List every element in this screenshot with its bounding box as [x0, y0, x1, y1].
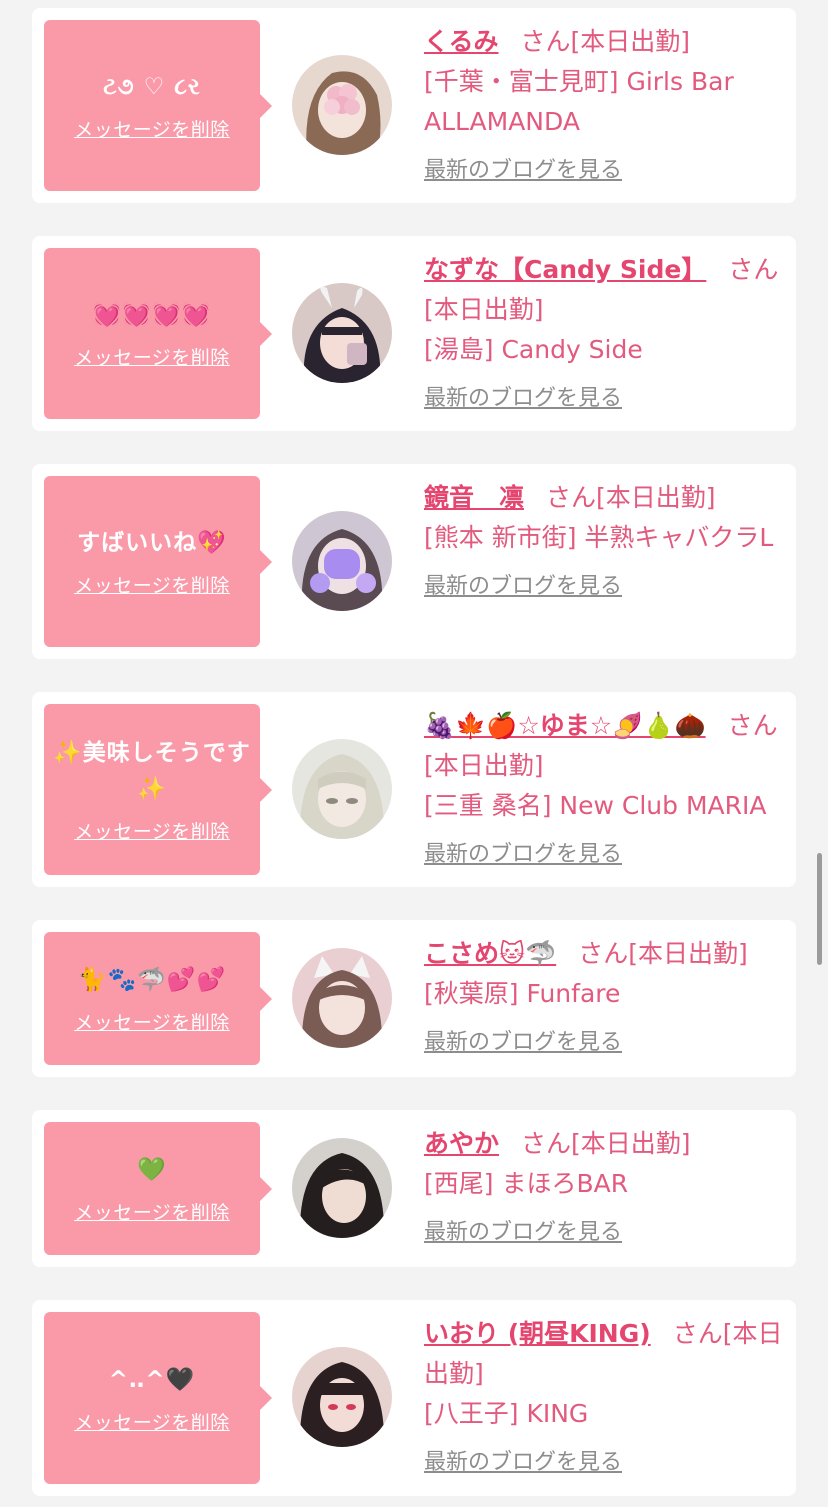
message-text: すばいいね💖 [77, 530, 227, 556]
shop-info: [熊本 新市街] 半熟キャバクラL [424, 523, 774, 552]
attendance-status: さん[本日出勤] [520, 27, 691, 56]
attendance-status: さん[本日出勤] [578, 939, 748, 968]
avatar[interactable] [292, 948, 392, 1048]
list-item: 💓💓💓💓 メッセージを削除 なずな【Candy Side】 さん[本日出勤] [湯… [32, 236, 796, 431]
latest-blog-link[interactable]: 最新のブログを見る [424, 1024, 622, 1056]
message-text: 🐈🐾🦈💕💕 [77, 967, 227, 993]
cast-name-link[interactable]: あやか [424, 1129, 499, 1158]
delete-message-link[interactable]: メッセージを削除 [74, 1198, 230, 1225]
profile-info: 鏡音 凛さん[本日出勤] [熊本 新市街] 半熟キャバクラL 最新のブログを見る [424, 478, 784, 600]
profile-info: 🍇🍁🍎☆ゆま☆🍠🍐🌰 さん[本日出勤] [三重 桑名] New Club MARI… [424, 706, 784, 868]
list-item: ✨美味しそうです✨ メッセージを削除 🍇🍁🍎☆ゆま☆🍠🍐🌰 さん[本日出勤] [三… [32, 692, 796, 887]
latest-blog-link[interactable]: 最新のブログを見る [424, 1214, 622, 1246]
latest-blog-link[interactable]: 最新のブログを見る [424, 568, 622, 600]
message-bubble: 💓💓💓💓 メッセージを削除 [44, 248, 272, 419]
cast-name-link[interactable]: いおり (朝昼KING) [424, 1319, 651, 1348]
message-bubble: 🐈🐾🦈💕💕 メッセージを削除 [44, 932, 272, 1065]
message-bubble: ટ૭ ♡ ૮ર メッセージを削除 [44, 20, 272, 191]
list-item: 💚 メッセージを削除 あやか さん[本日出勤] [西尾] まほろBAR 最新のブロ… [32, 1110, 796, 1267]
cast-name-link[interactable]: こさめ🐱🦈 [424, 939, 556, 968]
delete-message-link[interactable]: メッセージを削除 [74, 817, 230, 844]
cast-name-link[interactable]: なずな【Candy Side】 [424, 255, 706, 284]
delete-message-link[interactable]: メッセージを削除 [74, 1408, 230, 1435]
message-text: ટ૭ ♡ ૮ર [103, 74, 201, 100]
delete-message-link[interactable]: メッセージを削除 [74, 1008, 230, 1035]
message-text: 💓💓💓💓 [92, 302, 212, 328]
avatar[interactable] [292, 55, 392, 155]
delete-message-link[interactable]: メッセージを削除 [74, 571, 230, 598]
profile-info: あやか さん[本日出勤] [西尾] まほろBAR 最新のブログを見る [424, 1124, 784, 1246]
cast-name-link[interactable]: くるみ [424, 27, 499, 56]
scrollbar[interactable] [817, 853, 822, 965]
delete-message-link[interactable]: メッセージを削除 [74, 115, 230, 142]
list-item: 🐈🐾🦈💕💕 メッセージを削除 こさめ🐱🦈 さん[本日出勤] [秋葉原] Funfa… [32, 920, 796, 1077]
latest-blog-link[interactable]: 最新のブログを見る [424, 1444, 622, 1476]
shop-info: [千葉・富士見町] Girls Bar ALLAMANDA [424, 67, 734, 136]
latest-blog-link[interactable]: 最新のブログを見る [424, 836, 622, 868]
message-text: 💚 [137, 1157, 167, 1183]
avatar[interactable] [292, 1138, 392, 1238]
shop-info: [湯島] Candy Side [424, 335, 643, 364]
latest-blog-link[interactable]: 最新のブログを見る [424, 380, 622, 412]
latest-blog-link[interactable]: 最新のブログを見る [424, 152, 622, 184]
attendance-status: さん[本日出勤] [546, 483, 716, 512]
list-item: すばいいね💖 メッセージを削除 鏡音 凛さん[本日出勤] [熊本 新市街] 半熟… [32, 464, 796, 659]
profile-info: いおり (朝昼KING) さん[本日出勤] [八王子] KING 最新のブログを見… [424, 1314, 784, 1476]
attendance-status: さん[本日出勤] [521, 1129, 691, 1158]
shop-info: [西尾] まほろBAR [424, 1169, 629, 1198]
cast-name-link[interactable]: 鏡音 凛 [424, 483, 524, 512]
message-bubble: ✨美味しそうです✨ メッセージを削除 [44, 704, 272, 875]
delete-message-link[interactable]: メッセージを削除 [74, 343, 230, 370]
cast-name-link[interactable]: 🍇🍁🍎☆ゆま☆🍠🍐🌰 [424, 711, 706, 740]
profile-info: くるみ さん[本日出勤] [千葉・富士見町] Girls Bar ALLAMAND… [424, 22, 784, 184]
profile-info: こさめ🐱🦈 さん[本日出勤] [秋葉原] Funfare 最新のブログを見る [424, 934, 784, 1056]
message-text: ✨美味しそうです✨ [53, 740, 251, 802]
profile-info: なずな【Candy Side】 さん[本日出勤] [湯島] Candy Side … [424, 250, 784, 412]
shop-info: [三重 桑名] New Club MARIA [424, 791, 767, 820]
message-bubble: すばいいね💖 メッセージを削除 [44, 476, 272, 647]
avatar[interactable] [292, 283, 392, 383]
avatar[interactable] [292, 739, 392, 839]
message-bubble: ^‥^🖤 メッセージを削除 [44, 1312, 272, 1484]
list-item: ^‥^🖤 メッセージを削除 いおり (朝昼KING) さん[本日出勤] [八王子]… [32, 1300, 796, 1496]
message-text: ^‥^🖤 [108, 1366, 196, 1393]
list-item: ટ૭ ♡ ૮ર メッセージを削除 くるみ さん[本日出勤] [千葉・富士見町] G… [32, 8, 796, 203]
message-bubble: 💚 メッセージを削除 [44, 1122, 272, 1255]
shop-info: [秋葉原] Funfare [424, 979, 621, 1008]
shop-info: [八王子] KING [424, 1399, 589, 1428]
avatar[interactable] [292, 1347, 392, 1447]
avatar[interactable] [292, 511, 392, 611]
